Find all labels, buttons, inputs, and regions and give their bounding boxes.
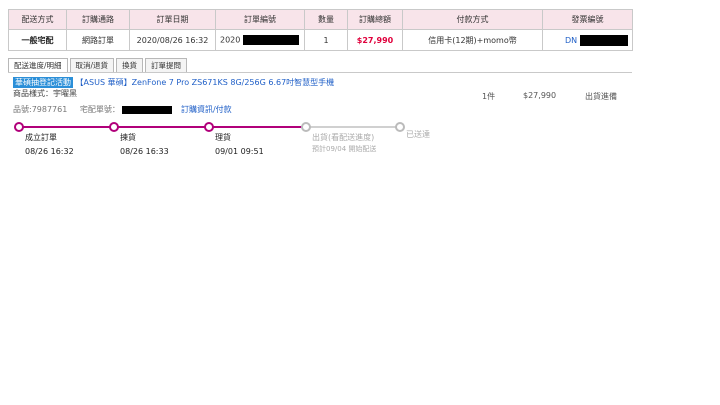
order-total: $27,990 [347, 29, 403, 51]
promo-badge[interactable]: 華碩抽登記活動 [13, 77, 73, 88]
product-spec: 商品樣式：宇曜黑 [13, 89, 77, 98]
product-meta: 品號:7987761 宅配單號： 訂購資訊/付款 [13, 104, 232, 115]
col-header-channel: 訂購通路 [66, 9, 130, 30]
invoice-number[interactable]: DN [542, 29, 633, 51]
table-header-row: 配送方式 訂購通路 訂單日期 訂單編號 數量 訂購總額 付款方式 發票編號 [8, 9, 633, 30]
step-dot-picking [109, 122, 119, 132]
col-header-invoice: 發票編號 [542, 9, 633, 30]
tab-exchange[interactable]: 換貨 [116, 58, 144, 72]
product-title-row: 華碩抽登記活動 【ASUS 華碩】ZenFone 7 Pro ZS671KS 8… [13, 77, 334, 88]
order-date: 2020/08/26 16:32 [129, 29, 216, 51]
step-label-order-created: 成立訂單 [25, 133, 57, 142]
redaction-box [122, 105, 173, 114]
tracking-label: 宅配單號： [79, 105, 120, 114]
col-header-total: 訂購總額 [347, 9, 403, 30]
shipping-progress-panel: 華碩抽登記活動 【ASUS 華碩】ZenFone 7 Pro ZS671KS 8… [8, 72, 632, 163]
item-amount: $27,990 [523, 91, 557, 100]
order-quantity: 1 [304, 29, 348, 51]
order-progress-tracker: 成立訂單 揀貨 理貨 出貨(看配送進度) 已送達 08/26 16:32 08/… [8, 119, 430, 159]
redaction-box [579, 34, 628, 46]
order-number-prefix: 2020 [220, 35, 241, 45]
step-label-shipping[interactable]: 出貨(看配送進度) [312, 132, 374, 143]
shipping-method: 一般宅配 [8, 29, 67, 51]
order-channel: 網路訂單 [66, 29, 130, 51]
step-dot-delivered [395, 122, 405, 132]
step-label-packing: 理貨 [215, 133, 231, 142]
order-table: 配送方式 訂購通路 訂單日期 訂單編號 數量 訂購總額 付款方式 發票編號 一般… [8, 9, 633, 51]
order-info-payment-link[interactable]: 訂購資訊/付款 [181, 105, 232, 114]
step-label-picking: 揀貨 [120, 133, 136, 142]
item-quantity: 1件 [482, 92, 496, 101]
progress-line-pending [309, 126, 399, 128]
product-name-link[interactable]: 【ASUS 華碩】ZenFone 7 Pro ZS671KS 8G/256G 6… [76, 78, 335, 87]
progress-line-done [18, 126, 309, 128]
tab-order-question[interactable]: 訂單提問 [145, 58, 188, 72]
step-dot-shipping [301, 122, 311, 132]
tab-cancel-return[interactable]: 取消/退貨 [69, 58, 115, 72]
step-date-order-created: 08/26 16:32 [25, 147, 74, 156]
product-number: 品號:7987761 [13, 105, 68, 114]
table-row: 一般宅配 網路訂單 2020/08/26 16:32 2020 1 $27,99… [8, 29, 633, 51]
col-header-shipping: 配送方式 [8, 9, 67, 30]
order-number: 2020 [215, 29, 305, 51]
detail-tabs: 配送進度/明細 取消/退貨 換貨 訂單提問 [8, 58, 188, 72]
step-dot-packing [204, 122, 214, 132]
col-header-order-date: 訂單日期 [129, 9, 216, 30]
col-header-quantity: 數量 [304, 9, 348, 30]
step-date-picking: 08/26 16:33 [120, 147, 169, 156]
redaction-box [242, 35, 299, 45]
step-note-shipping: 預計09/04 開始配送 [312, 145, 377, 153]
step-label-delivered: 已送達 [406, 130, 430, 139]
payment-method: 信用卡(12期)+momo幣 [402, 29, 543, 51]
col-header-payment: 付款方式 [402, 9, 543, 30]
col-header-order-no: 訂單編號 [215, 9, 305, 30]
step-dot-order-created [14, 122, 24, 132]
invoice-number-prefix[interactable]: DN [565, 36, 577, 45]
tab-shipping-progress[interactable]: 配送進度/明細 [8, 58, 68, 72]
shipping-status: 出貨進備 [585, 92, 617, 101]
step-date-packing: 09/01 09:51 [215, 147, 264, 156]
